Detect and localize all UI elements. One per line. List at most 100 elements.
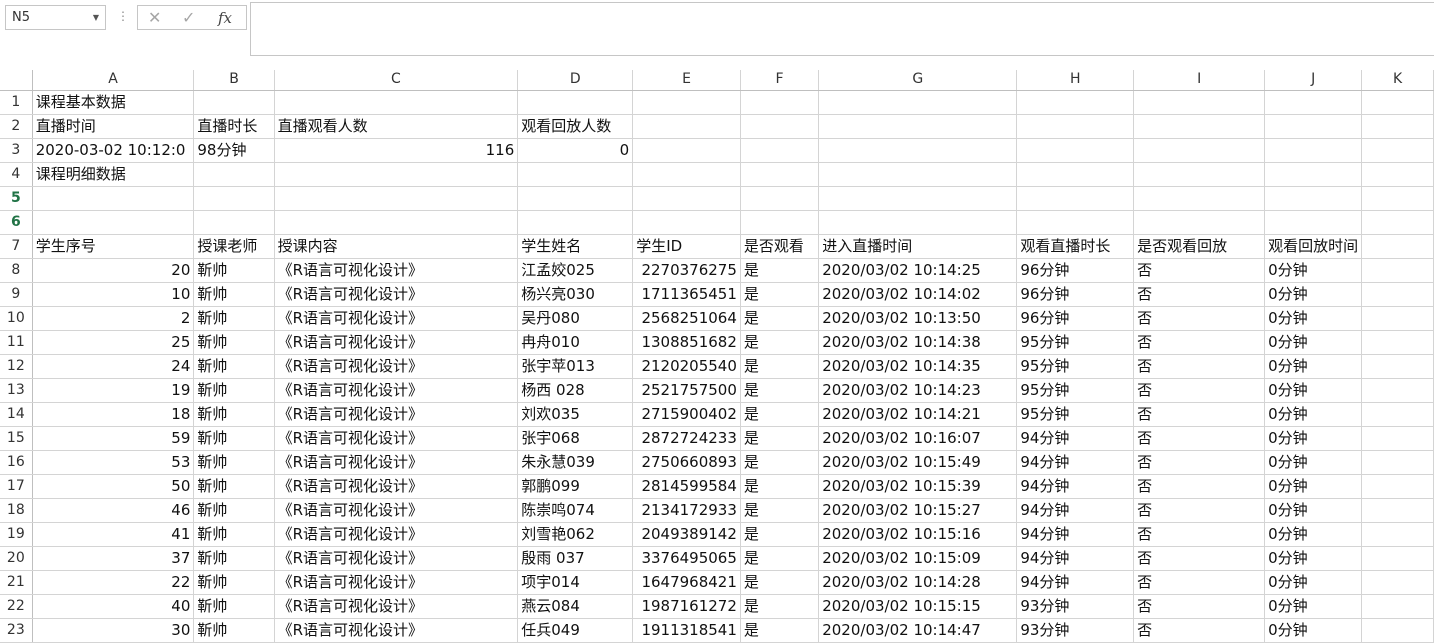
cell[interactable] <box>193 210 275 235</box>
cell[interactable]: 0分钟 <box>1264 522 1363 547</box>
cell[interactable] <box>818 90 1018 115</box>
cell[interactable] <box>740 186 820 211</box>
cell[interactable]: 是 <box>740 402 820 427</box>
cell[interactable]: 19 <box>32 378 195 403</box>
row-header[interactable]: 8 <box>0 258 33 283</box>
cell[interactable]: 0分钟 <box>1264 282 1363 307</box>
cell[interactable] <box>517 210 634 235</box>
cell[interactable] <box>1133 90 1266 115</box>
column-header[interactable]: H <box>1016 70 1135 91</box>
cell[interactable]: 授课内容 <box>274 234 519 259</box>
cell[interactable]: 0分钟 <box>1264 498 1363 523</box>
cell[interactable]: 《R语言可视化设计》 <box>274 570 519 595</box>
cell[interactable]: 课程明细数据 <box>32 162 195 187</box>
cell[interactable]: 靳帅 <box>193 474 275 499</box>
cell[interactable]: 0分钟 <box>1264 426 1363 451</box>
cell[interactable]: 是 <box>740 306 820 331</box>
cell[interactable]: 95分钟 <box>1016 402 1135 427</box>
cell[interactable]: 是否观看 <box>740 234 820 259</box>
cell[interactable] <box>1361 114 1434 139</box>
cell[interactable]: 是 <box>740 546 820 571</box>
cell[interactable]: 95分钟 <box>1016 330 1135 355</box>
cell[interactable] <box>1361 618 1434 643</box>
cell[interactable]: 《R语言可视化设计》 <box>274 450 519 475</box>
check-icon[interactable]: ✓ <box>182 8 195 28</box>
cell[interactable]: 靳帅 <box>193 546 275 571</box>
cell[interactable] <box>818 138 1018 163</box>
row-header[interactable]: 14 <box>0 402 33 427</box>
cell[interactable] <box>1361 474 1434 499</box>
cell[interactable] <box>1133 210 1266 235</box>
cell[interactable]: 任兵049 <box>517 618 634 643</box>
cell[interactable] <box>1133 162 1266 187</box>
cell[interactable]: 2049389142 <box>632 522 741 547</box>
cell[interactable]: 授课老师 <box>193 234 275 259</box>
cell[interactable]: 项宇014 <box>517 570 634 595</box>
cell[interactable] <box>632 186 741 211</box>
row-header[interactable]: 3 <box>0 138 33 163</box>
cell[interactable] <box>740 138 820 163</box>
cell[interactable] <box>740 210 820 235</box>
cell[interactable] <box>1361 498 1434 523</box>
row-header[interactable]: 21 <box>0 570 33 595</box>
cell[interactable]: 否 <box>1133 450 1266 475</box>
cell[interactable] <box>1361 258 1434 283</box>
cell[interactable]: 2020/03/02 10:14:38 <box>818 330 1018 355</box>
cell[interactable]: 靳帅 <box>193 450 275 475</box>
cell[interactable]: 10 <box>32 282 195 307</box>
cell[interactable]: 张宇068 <box>517 426 634 451</box>
cell[interactable] <box>193 186 275 211</box>
cell[interactable] <box>818 210 1018 235</box>
cell[interactable]: 0分钟 <box>1264 330 1363 355</box>
cell[interactable]: 否 <box>1133 282 1266 307</box>
cell[interactable] <box>1361 402 1434 427</box>
cell[interactable] <box>1016 162 1135 187</box>
cell[interactable]: 否 <box>1133 594 1266 619</box>
formula-input[interactable] <box>250 2 1434 56</box>
cell[interactable]: 94分钟 <box>1016 450 1135 475</box>
cell[interactable]: 课程基本数据 <box>32 90 195 115</box>
cell[interactable]: 94分钟 <box>1016 498 1135 523</box>
cell[interactable] <box>632 90 741 115</box>
cell[interactable]: 2020/03/02 10:15:49 <box>818 450 1018 475</box>
cell[interactable] <box>32 210 195 235</box>
cell[interactable]: 学生序号 <box>32 234 195 259</box>
cell[interactable]: 0分钟 <box>1264 450 1363 475</box>
cell[interactable]: 2020/03/02 10:14:02 <box>818 282 1018 307</box>
cell[interactable]: 2020/03/02 10:16:07 <box>818 426 1018 451</box>
cell[interactable]: 是 <box>740 258 820 283</box>
cell[interactable]: 是 <box>740 594 820 619</box>
cell[interactable]: 2020/03/02 10:14:25 <box>818 258 1018 283</box>
cell[interactable]: 否 <box>1133 426 1266 451</box>
cell[interactable]: 0分钟 <box>1264 354 1363 379</box>
cell[interactable]: 靳帅 <box>193 594 275 619</box>
cell[interactable]: 否 <box>1133 378 1266 403</box>
cell[interactable]: 是 <box>740 282 820 307</box>
cell[interactable]: 靳帅 <box>193 402 275 427</box>
cell[interactable] <box>632 210 741 235</box>
cell[interactable] <box>818 186 1018 211</box>
cell[interactable]: 是 <box>740 378 820 403</box>
cell[interactable] <box>1016 186 1135 211</box>
cell[interactable] <box>1361 90 1434 115</box>
row-header[interactable]: 6 <box>0 210 33 235</box>
cell[interactable] <box>1361 282 1434 307</box>
cell[interactable] <box>1016 138 1135 163</box>
cell[interactable]: 靳帅 <box>193 282 275 307</box>
cell[interactable] <box>1361 354 1434 379</box>
cell[interactable]: 41 <box>32 522 195 547</box>
cell[interactable]: 《R语言可视化设计》 <box>274 498 519 523</box>
cell[interactable]: 是 <box>740 330 820 355</box>
cell[interactable]: 94分钟 <box>1016 474 1135 499</box>
cell[interactable]: 观看回放时间 <box>1264 234 1363 259</box>
cell[interactable]: 直播时长 <box>193 114 275 139</box>
cell[interactable]: 《R语言可视化设计》 <box>274 330 519 355</box>
row-header[interactable]: 7 <box>0 234 33 259</box>
cell[interactable]: 《R语言可视化设计》 <box>274 594 519 619</box>
cell[interactable]: 是 <box>740 474 820 499</box>
cell[interactable]: 《R语言可视化设计》 <box>274 258 519 283</box>
cell[interactable] <box>274 90 519 115</box>
cell[interactable] <box>1264 186 1363 211</box>
cell[interactable] <box>1361 210 1434 235</box>
select-all-corner[interactable] <box>0 70 33 91</box>
